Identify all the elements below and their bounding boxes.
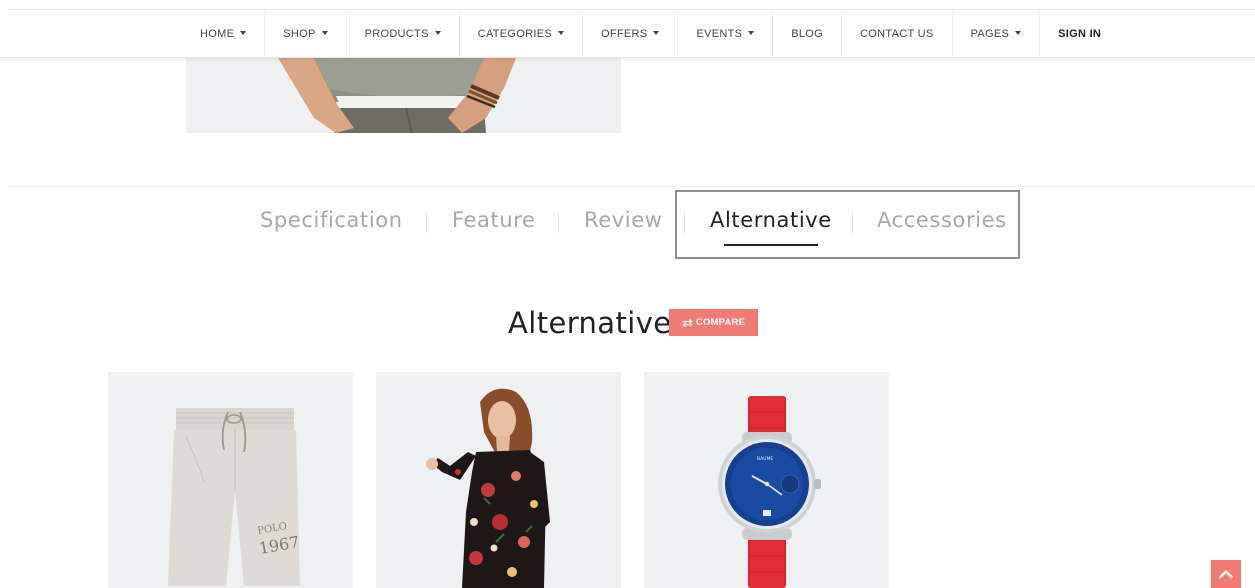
tab-review[interactable]: Review bbox=[584, 208, 663, 232]
compare-button[interactable]: COMPARE bbox=[669, 309, 758, 336]
svg-text:BAUME: BAUME bbox=[757, 456, 773, 462]
chevron-up-icon bbox=[1219, 570, 1233, 579]
swap-arrows-icon bbox=[682, 318, 693, 327]
product-card-watch[interactable]: BAUME bbox=[644, 372, 889, 588]
nav-item-home[interactable]: HOME bbox=[182, 10, 266, 57]
nav-item-label: CATEGORIES bbox=[477, 27, 553, 40]
caret-down-icon bbox=[748, 30, 755, 35]
tab-specification[interactable]: Specification bbox=[260, 208, 403, 232]
nav-item-label: SIGN IN bbox=[1058, 27, 1102, 40]
product-tabs: Specification Feature Review Alternative… bbox=[0, 200, 1255, 246]
nav-item-label: OFFERS bbox=[601, 27, 648, 40]
nav-item-offers[interactable]: OFFERS bbox=[583, 10, 679, 57]
section-title: Alternative bbox=[508, 306, 672, 340]
product-card-dress[interactable] bbox=[376, 372, 621, 588]
product-card-shorts[interactable]: POLO 1967 bbox=[108, 372, 353, 588]
shorts-product-image: POLO 1967 bbox=[168, 408, 301, 586]
nav-item-sign-in[interactable]: SIGN IN bbox=[1040, 10, 1119, 57]
tab-separator bbox=[558, 212, 559, 233]
tab-separator bbox=[684, 212, 685, 233]
watch-product-image: BAUME bbox=[718, 396, 821, 588]
nav-item-label: CONTACT US bbox=[860, 27, 934, 40]
caret-down-icon bbox=[321, 30, 328, 35]
tab-accessories[interactable]: Accessories bbox=[877, 208, 1007, 232]
compare-button-label: COMPARE bbox=[695, 317, 746, 328]
nav-item-label: PRODUCTS bbox=[364, 27, 429, 40]
caret-down-icon bbox=[558, 30, 565, 35]
caret-down-icon bbox=[1015, 30, 1022, 35]
nav-item-events[interactable]: EVENTS bbox=[678, 10, 774, 57]
nav-item-categories[interactable]: CATEGORIES bbox=[460, 10, 584, 57]
product-main-image bbox=[186, 58, 621, 133]
nav-item-label: SHOP bbox=[283, 27, 316, 40]
nav-item-contact-us[interactable]: CONTACT US bbox=[842, 10, 953, 57]
dress-product-image bbox=[426, 388, 550, 588]
tab-alternative[interactable]: Alternative bbox=[710, 208, 832, 246]
nav-item-pages[interactable]: PAGES bbox=[953, 10, 1041, 57]
nav-item-label: EVENTS bbox=[696, 27, 743, 40]
nav-menu: HOME SHOP PRODUCTS CATEGORIES OFFERS EVE… bbox=[182, 10, 1119, 57]
caret-down-icon bbox=[434, 30, 441, 35]
nav-item-products[interactable]: PRODUCTS bbox=[347, 10, 460, 57]
nav-item-blog[interactable]: BLOG bbox=[773, 10, 843, 57]
tab-feature[interactable]: Feature bbox=[452, 208, 536, 232]
top-navigation: HOME SHOP PRODUCTS CATEGORIES OFFERS EVE… bbox=[0, 0, 1255, 58]
back-to-top-button[interactable] bbox=[1211, 560, 1241, 588]
tab-separator bbox=[852, 212, 853, 233]
nav-item-label: BLOG bbox=[791, 27, 824, 40]
caret-down-icon bbox=[653, 30, 660, 35]
section-divider bbox=[8, 186, 1255, 187]
nav-item-label: HOME bbox=[200, 27, 235, 40]
nav-item-shop[interactable]: SHOP bbox=[265, 10, 347, 57]
caret-down-icon bbox=[240, 30, 247, 35]
nav-item-label: PAGES bbox=[970, 27, 1010, 40]
tab-separator bbox=[426, 212, 427, 233]
